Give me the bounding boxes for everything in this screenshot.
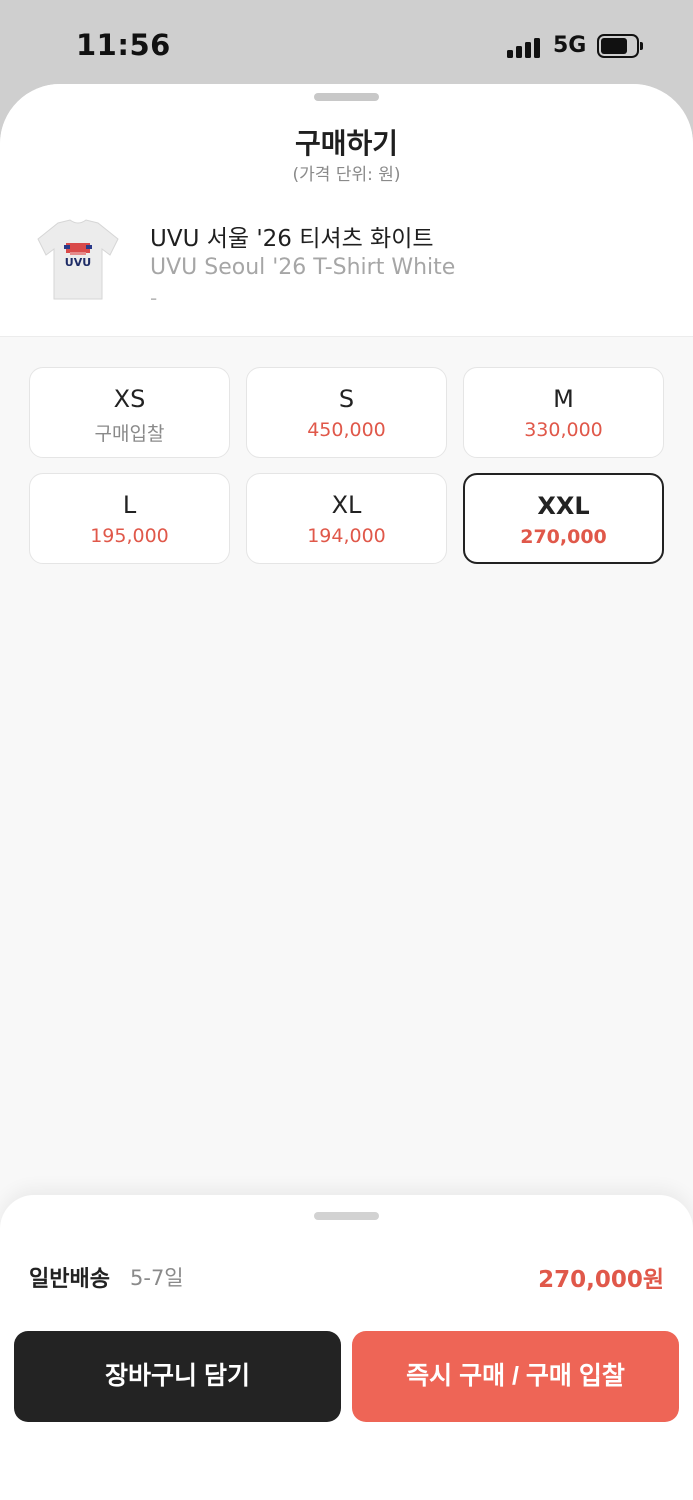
screen: 11:56 5G 구매하기 (가격 단위: 원) UVU UVU 서울 '26 … bbox=[0, 0, 693, 1500]
size-label: S bbox=[338, 385, 355, 413]
size-label: XXL bbox=[537, 492, 590, 520]
size-price: 270,000 bbox=[520, 526, 607, 548]
size-price: 구매입찰 bbox=[94, 423, 165, 445]
sheet-grabber[interactable] bbox=[314, 93, 379, 101]
shipping-label: 일반배송 bbox=[29, 1267, 110, 1292]
sheet-title: 구매하기 bbox=[294, 127, 399, 160]
size-label: XS bbox=[113, 385, 146, 413]
product-name-en: UVU Seoul '26 T-Shirt White bbox=[150, 255, 456, 280]
size-option-m[interactable]: M 330,000 bbox=[463, 367, 664, 458]
size-option-xl[interactable]: XL 194,000 bbox=[246, 473, 447, 564]
panel-grabber[interactable] bbox=[314, 1212, 379, 1220]
product-model: - bbox=[150, 286, 158, 310]
size-price: 450,000 bbox=[307, 419, 386, 441]
size-label: XL bbox=[331, 491, 362, 519]
product-name-ko: UVU 서울 '26 티셔츠 화이트 bbox=[150, 226, 434, 252]
thumbnail-logo-text: UVU bbox=[65, 256, 91, 269]
checkout-panel: 일반배송 5-7일 270,000원 장바구니 담기 즉시 구매 / 구매 입찰 bbox=[0, 1195, 693, 1500]
product-thumbnail: UVU bbox=[30, 215, 126, 305]
shipping-days: 5-7일 bbox=[130, 1266, 184, 1290]
battery-icon bbox=[597, 34, 643, 58]
size-option-s[interactable]: S 450,000 bbox=[246, 367, 447, 458]
size-label: M bbox=[553, 385, 574, 413]
sheet-header: 구매하기 (가격 단위: 원) UVU UVU 서울 '26 티셔츠 화이트 U… bbox=[0, 84, 693, 337]
buy-now-button[interactable]: 즉시 구매 / 구매 입찰 bbox=[352, 1331, 679, 1422]
size-price: 330,000 bbox=[524, 419, 603, 441]
size-option-xs[interactable]: XS 구매입찰 bbox=[29, 367, 230, 458]
total-price: 270,000원 bbox=[538, 1267, 664, 1293]
size-option-l[interactable]: L 195,000 bbox=[29, 473, 230, 564]
size-option-xxl[interactable]: XXL 270,000 bbox=[463, 473, 664, 564]
network-label: 5G bbox=[553, 33, 587, 58]
size-price: 194,000 bbox=[307, 525, 386, 547]
status-time: 11:56 bbox=[76, 28, 171, 62]
signal-icon bbox=[507, 36, 543, 58]
purchase-sheet: 구매하기 (가격 단위: 원) UVU UVU 서울 '26 티셔츠 화이트 U… bbox=[0, 84, 693, 1500]
size-price: 195,000 bbox=[90, 525, 169, 547]
price-unit-note: (가격 단위: 원) bbox=[292, 165, 401, 185]
size-label: L bbox=[122, 491, 137, 519]
add-to-cart-button[interactable]: 장바구니 담기 bbox=[14, 1331, 341, 1422]
status-bar: 11:56 5G bbox=[0, 0, 693, 90]
